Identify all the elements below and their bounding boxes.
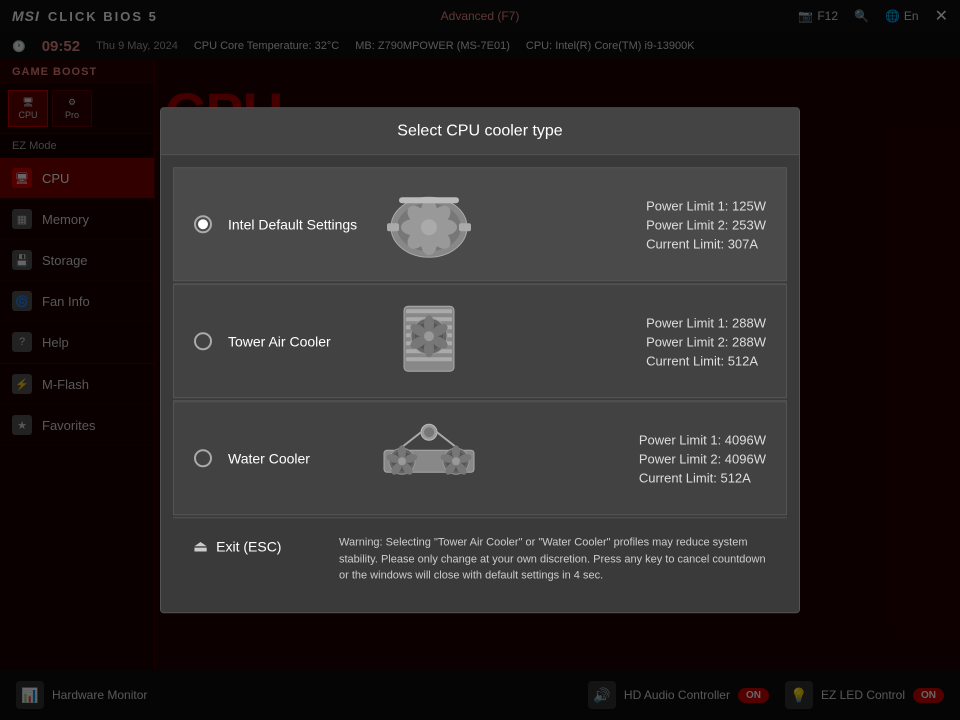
- warning-text: Warning: Selecting "Tower Air Cooler" or…: [339, 534, 767, 584]
- radio-intel-inner: [198, 219, 208, 229]
- exit-section: ⏏ Exit (ESC) Warning: Selecting "Tower A…: [173, 517, 787, 600]
- dialog-body: Intel Default Settings: [161, 155, 799, 612]
- tower-pl2: Power Limit 2: 288W: [646, 334, 766, 349]
- water-cooler-image: [374, 418, 484, 498]
- dialog-title: Select CPU cooler type: [161, 108, 799, 155]
- cpu-cooler-dialog: Select CPU cooler type Intel Default Set…: [160, 107, 800, 613]
- water-cooler-stats: Power Limit 1: 4096W Power Limit 2: 4096…: [639, 432, 766, 485]
- fan-side-svg: [379, 301, 479, 381]
- radio-tower: [194, 332, 212, 350]
- water-cooler-name: Water Cooler: [228, 450, 358, 466]
- water-cooler-svg: [374, 418, 484, 498]
- exit-label: Exit (ESC): [216, 538, 281, 554]
- cooler-option-tower[interactable]: Tower Air Cooler: [173, 284, 787, 398]
- intel-cooler-image: [374, 184, 484, 264]
- tower-cooler-name: Tower Air Cooler: [228, 333, 358, 349]
- exit-icon: ⏏: [193, 536, 208, 556]
- intel-pl2: Power Limit 2: 253W: [646, 217, 766, 232]
- intel-pl1: Power Limit 1: 125W: [646, 198, 766, 213]
- intel-cooler-stats: Power Limit 1: 125W Power Limit 2: 253W …: [646, 198, 766, 251]
- tower-cooler-stats: Power Limit 1: 288W Power Limit 2: 288W …: [646, 315, 766, 368]
- intel-cooler-name: Intel Default Settings: [228, 216, 358, 232]
- water-pl2: Power Limit 2: 4096W: [639, 451, 766, 466]
- intel-cl: Current Limit: 307A: [646, 236, 766, 251]
- radio-water: [194, 449, 212, 467]
- tower-cl: Current Limit: 512A: [646, 353, 766, 368]
- exit-button[interactable]: ⏏ Exit (ESC): [193, 534, 323, 556]
- cooler-option-water[interactable]: Water Cooler: [173, 401, 787, 515]
- radio-intel: [194, 215, 212, 233]
- tower-pl1: Power Limit 1: 288W: [646, 315, 766, 330]
- cooler-option-intel[interactable]: Intel Default Settings: [173, 167, 787, 281]
- water-pl1: Power Limit 1: 4096W: [639, 432, 766, 447]
- water-cl: Current Limit: 512A: [639, 470, 766, 485]
- fan-top-svg: [379, 187, 479, 262]
- tower-cooler-image: [374, 301, 484, 381]
